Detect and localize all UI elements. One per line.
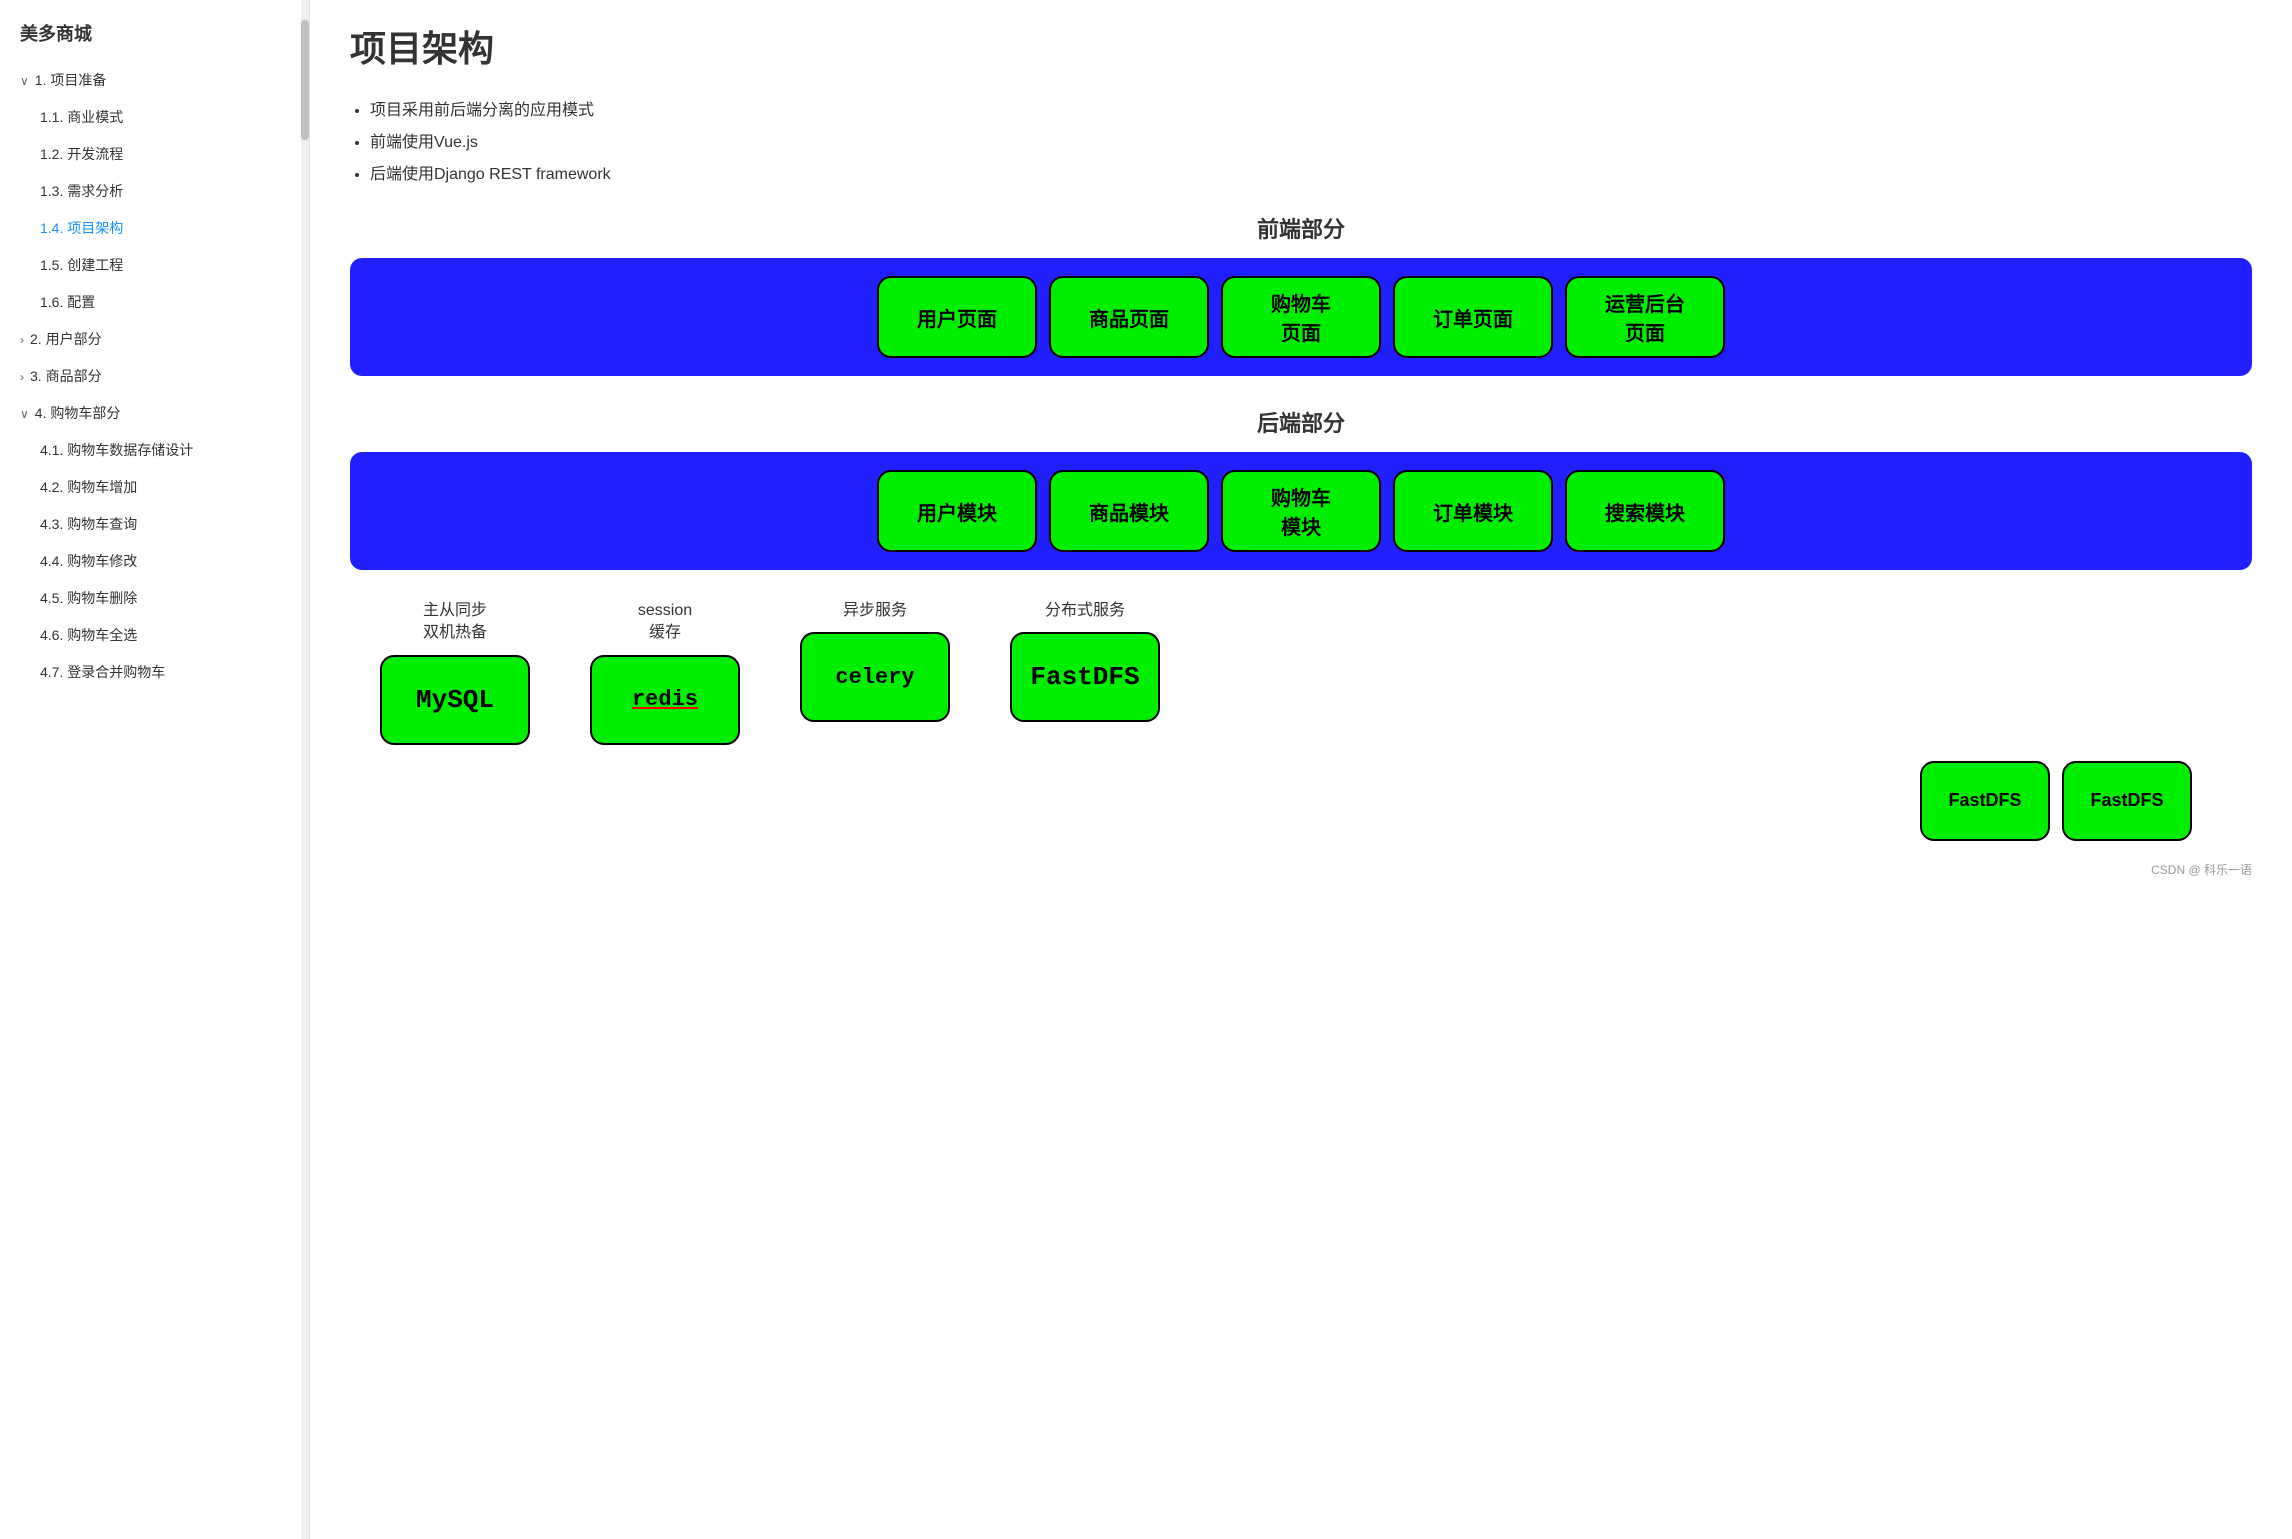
- backend-title: 后端部分: [350, 406, 2252, 438]
- main-content: 项目架构 项目采用前后端分离的应用模式 前端使用Vue.js 后端使用Djang…: [310, 0, 2292, 1539]
- intro-list: 项目采用前后端分离的应用模式 前端使用Vue.js 后端使用Django RES…: [350, 96, 2252, 184]
- bullet-1: 项目采用前后端分离的应用模式: [370, 96, 2252, 120]
- bullet-3: 后端使用Django REST framework: [370, 160, 2252, 184]
- sidebar-item-4-6[interactable]: 4.6. 购物车全选: [0, 617, 309, 654]
- service-mysql-card: MySQL: [380, 655, 530, 745]
- fastdfs-card-2: FastDFS: [2062, 761, 2192, 841]
- frontend-card-0: 用户页面: [877, 276, 1037, 358]
- sidebar-item-section3[interactable]: › 3. 商品部分: [0, 358, 309, 395]
- sidebar-item-4-7[interactable]: 4.7. 登录合并购物车: [0, 654, 309, 691]
- frontend-box: 用户页面 商品页面 购物车 页面 订单页面 运营后台 页面: [350, 258, 2252, 376]
- backend-card-2: 购物车 模块: [1221, 470, 1381, 552]
- service-mysql-label: 主从同步 双机热备: [423, 600, 487, 645]
- service-fastdfs: 分布式服务 FastDFS: [1010, 600, 1160, 745]
- sidebar: 美多商城 ∨ 1. 项目准备 1.1. 商业模式 1.2. 开发流程 1.3. …: [0, 0, 310, 1539]
- sidebar-item-4-3[interactable]: 4.3. 购物车查询: [0, 506, 309, 543]
- chevron-icon-4: ∨: [20, 405, 29, 423]
- frontend-card-4: 运营后台 页面: [1565, 276, 1725, 358]
- scrollbar-thumb: [301, 20, 309, 140]
- backend-card-3: 订单模块: [1393, 470, 1553, 552]
- sidebar-item-4-2[interactable]: 4.2. 购物车增加: [0, 469, 309, 506]
- sidebar-item-1-4[interactable]: 1.4. 项目架构: [0, 210, 309, 247]
- chevron-icon-3: ›: [20, 368, 24, 386]
- backend-card-0: 用户模块: [877, 470, 1037, 552]
- service-celery-card: celery: [800, 632, 950, 722]
- sidebar-item-1-2[interactable]: 1.2. 开发流程: [0, 136, 309, 173]
- backend-box: 用户模块 商品模块 购物车 模块 订单模块 搜索模块: [350, 452, 2252, 570]
- backend-section: 后端部分 用户模块 商品模块 购物车 模块 订单模块 搜索模块: [350, 406, 2252, 570]
- chevron-icon: ∨: [20, 72, 29, 90]
- service-fastdfs-label: 分布式服务: [1045, 600, 1125, 622]
- sidebar-item-section4[interactable]: ∨ 4. 购物车部分: [0, 395, 309, 432]
- bullet-2: 前端使用Vue.js: [370, 128, 2252, 152]
- page-title: 项目架构: [350, 20, 2252, 72]
- frontend-section: 前端部分 用户页面 商品页面 购物车 页面 订单页面 运营后台 页面: [350, 212, 2252, 376]
- watermark: CSDN @ 科乐一语: [350, 861, 2252, 878]
- sidebar-item-4-1[interactable]: 4.1. 购物车数据存储设计: [0, 432, 309, 469]
- frontend-card-3: 订单页面: [1393, 276, 1553, 358]
- service-celery-label: 异步服务: [843, 600, 907, 622]
- frontend-title: 前端部分: [350, 212, 2252, 244]
- sidebar-item-4-4[interactable]: 4.4. 购物车修改: [0, 543, 309, 580]
- sidebar-item-1-6[interactable]: 1.6. 配置: [0, 284, 309, 321]
- sidebar-item-1-1[interactable]: 1.1. 商业模式: [0, 99, 309, 136]
- sidebar-item-section1[interactable]: ∨ 1. 项目准备: [0, 62, 309, 99]
- sidebar-item-1-3[interactable]: 1.3. 需求分析: [0, 173, 309, 210]
- backend-card-4: 搜索模块: [1565, 470, 1725, 552]
- service-fastdfs-card: FastDFS: [1010, 632, 1160, 722]
- sidebar-item-1-5[interactable]: 1.5. 创建工程: [0, 247, 309, 284]
- service-redis-card: redis: [590, 655, 740, 745]
- service-redis: session 缓存 redis: [590, 600, 740, 745]
- service-mysql: 主从同步 双机热备 MySQL: [380, 600, 530, 745]
- frontend-card-2: 购物车 页面: [1221, 276, 1381, 358]
- frontend-card-1: 商品页面: [1049, 276, 1209, 358]
- fastdfs-card-1: FastDFS: [1920, 761, 2050, 841]
- services-row: 主从同步 双机热备 MySQL session 缓存 redis 异步服务 ce…: [350, 600, 2252, 745]
- sidebar-title: 美多商城: [0, 10, 309, 62]
- service-redis-label: session 缓存: [638, 600, 692, 645]
- chevron-icon-2: ›: [20, 331, 24, 349]
- sidebar-item-4-5[interactable]: 4.5. 购物车删除: [0, 580, 309, 617]
- fastdfs-bottom-row: FastDFS FastDFS: [350, 761, 2252, 841]
- scrollbar[interactable]: [301, 0, 309, 1539]
- sidebar-item-section2[interactable]: › 2. 用户部分: [0, 321, 309, 358]
- backend-card-1: 商品模块: [1049, 470, 1209, 552]
- service-celery: 异步服务 celery: [800, 600, 950, 745]
